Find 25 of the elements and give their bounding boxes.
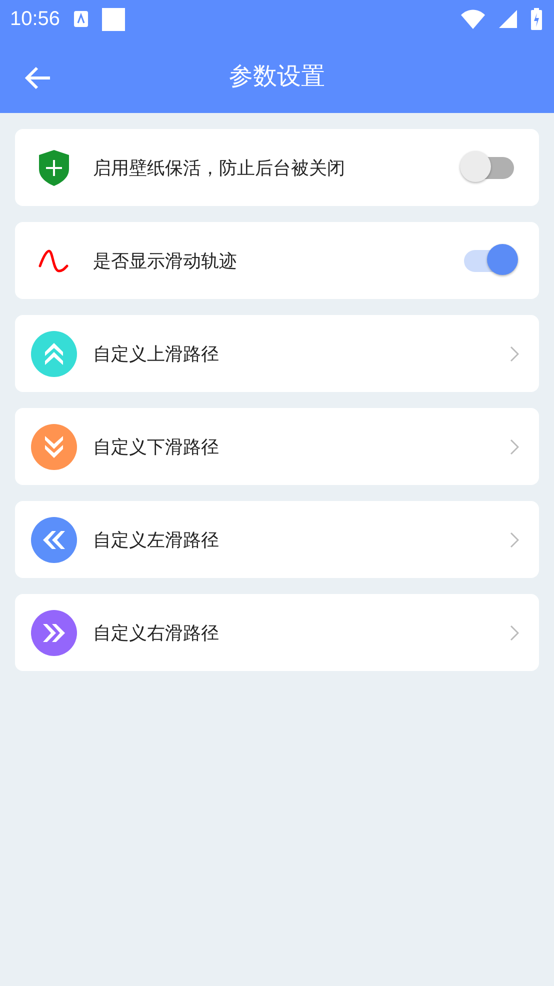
signal-icon (499, 10, 517, 28)
setting-label: 是否显示滑动轨迹 (93, 250, 238, 272)
page-title: 参数设置 (229, 60, 325, 92)
square-icon (102, 8, 126, 30)
wave-icon (38, 248, 70, 272)
settings-card[interactable]: 是否显示滑动轨迹 (15, 222, 539, 299)
setting-label: 自定义下滑路径 (93, 436, 220, 458)
chevron-right-icon (510, 624, 519, 640)
chevron-right-icon (510, 532, 519, 548)
settings-card[interactable]: 自定义左滑路径 (15, 501, 539, 578)
notification-icon (74, 11, 88, 27)
setting-label: 自定义左滑路径 (93, 528, 220, 552)
wifi-icon (461, 9, 485, 29)
settings-card[interactable]: 启用壁纸保活，防止后台被关闭 (15, 129, 539, 206)
status-time: 10:56 (10, 8, 60, 30)
setting-label: 启用壁纸保活，防止后台被关闭 (93, 156, 346, 180)
chevron-right-icon (510, 346, 519, 362)
setting-label: 自定义上滑路径 (93, 342, 220, 366)
battery-icon (531, 8, 542, 30)
settings-card[interactable]: 自定义下滑路径 (15, 408, 539, 485)
setting-label: 自定义右滑路径 (93, 622, 220, 644)
chevron-right-icon (510, 438, 519, 454)
settings-card[interactable]: 自定义上滑路径 (15, 315, 539, 392)
settings-card[interactable]: 自定义右滑路径 (15, 594, 539, 671)
shield-plus-icon (38, 148, 70, 186)
